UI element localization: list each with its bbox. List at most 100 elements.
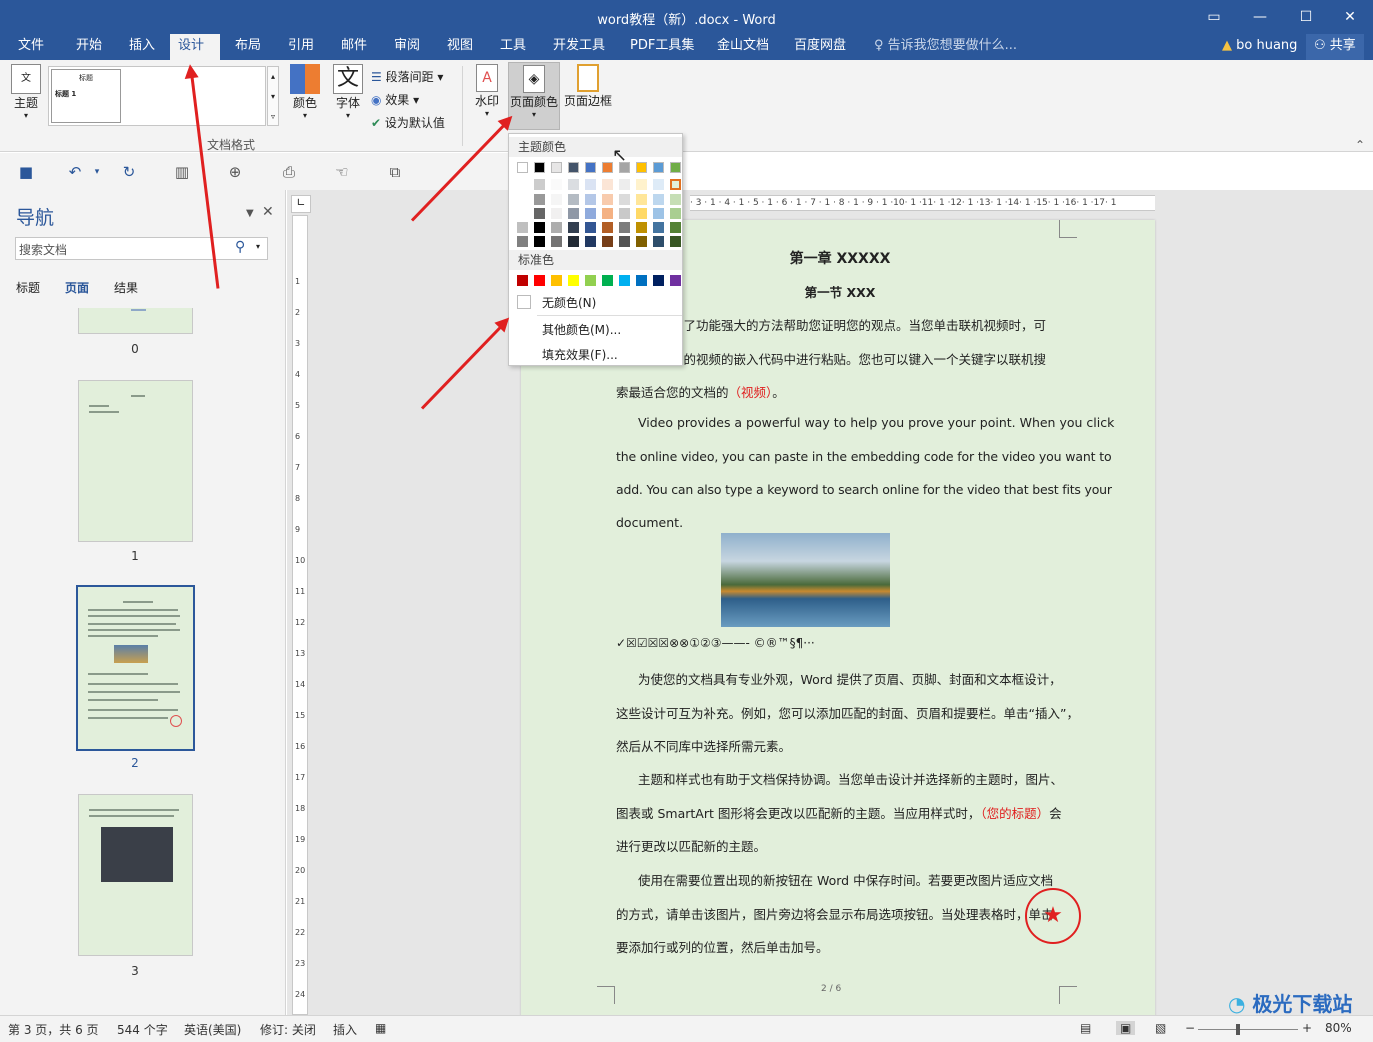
nav-search-input[interactable]: 搜索文档 ⚲ ▾ xyxy=(15,237,268,260)
tab-home[interactable]: 开始 xyxy=(68,34,110,60)
color-swatch[interactable] xyxy=(534,162,545,173)
color-swatch[interactable] xyxy=(602,208,613,219)
color-swatch[interactable] xyxy=(534,179,545,190)
tab-mailings[interactable]: 邮件 xyxy=(333,34,375,60)
style-set-item[interactable]: 标题 标题 1 xyxy=(51,69,121,123)
color-swatch[interactable] xyxy=(534,236,545,247)
color-swatch[interactable] xyxy=(670,236,681,247)
status-track-changes[interactable]: 修订: 关闭 xyxy=(260,1021,316,1038)
color-swatch[interactable] xyxy=(636,236,647,247)
tab-pdf-tools[interactable]: PDF工具集 xyxy=(622,34,702,60)
color-swatch[interactable] xyxy=(534,222,545,233)
color-swatch[interactable] xyxy=(636,208,647,219)
color-swatch[interactable] xyxy=(551,222,562,233)
status-page-count[interactable]: 第 3 页，共 6 页 xyxy=(8,1021,99,1038)
color-swatch[interactable] xyxy=(670,275,681,286)
no-color-item[interactable]: 无颜色(N) xyxy=(542,294,596,311)
tab-references[interactable]: 引用 xyxy=(280,34,322,60)
zoom-level[interactable]: 80% xyxy=(1325,1021,1352,1035)
color-swatch[interactable] xyxy=(653,236,664,247)
color-swatch[interactable] xyxy=(517,208,528,219)
color-swatch[interactable] xyxy=(568,222,579,233)
color-swatch[interactable] xyxy=(551,208,562,219)
redo-icon[interactable]: ↻ xyxy=(120,163,138,181)
color-swatch[interactable] xyxy=(670,194,681,205)
color-swatch[interactable] xyxy=(619,222,630,233)
nav-tab-headings[interactable]: 标题 xyxy=(16,279,40,296)
color-swatch[interactable] xyxy=(517,162,528,173)
tab-tools[interactable]: 工具 xyxy=(492,34,534,60)
web-layout-icon[interactable]: ▧ xyxy=(1155,1021,1166,1035)
fullscreen-icon[interactable]: ▭ xyxy=(1191,4,1237,30)
undo-icon[interactable]: ↶ xyxy=(66,163,84,181)
color-swatch[interactable] xyxy=(585,222,596,233)
color-swatch[interactable] xyxy=(619,194,630,205)
color-swatch[interactable] xyxy=(585,208,596,219)
color-swatch[interactable] xyxy=(602,275,613,286)
color-swatch[interactable] xyxy=(534,208,545,219)
color-swatch[interactable] xyxy=(653,194,664,205)
color-swatch[interactable] xyxy=(568,194,579,205)
tab-layout[interactable]: 布局 xyxy=(227,34,269,60)
color-swatch[interactable] xyxy=(670,222,681,233)
color-swatch[interactable] xyxy=(602,222,613,233)
color-swatch[interactable] xyxy=(517,222,528,233)
status-language[interactable]: 英语(美国) xyxy=(184,1021,241,1038)
color-swatch[interactable] xyxy=(551,194,562,205)
color-swatch[interactable] xyxy=(568,275,579,286)
page-thumbnail-2-selected[interactable] xyxy=(76,585,195,751)
color-swatch[interactable] xyxy=(585,194,596,205)
color-swatch[interactable] xyxy=(568,236,579,247)
color-swatch[interactable] xyxy=(551,179,562,190)
color-swatch[interactable] xyxy=(636,162,647,173)
search-icon[interactable]: ⚲ xyxy=(235,239,245,255)
chevron-down-icon[interactable]: ▾ xyxy=(88,163,106,181)
effects-button[interactable]: ◉ 效果 ▾ xyxy=(371,91,419,108)
color-swatch[interactable] xyxy=(636,275,647,286)
color-swatch[interactable] xyxy=(619,179,630,190)
paragraph-spacing-button[interactable]: ☰ 段落间距 ▾ xyxy=(371,68,443,85)
nav-tab-pages[interactable]: 页面 xyxy=(65,279,89,296)
gallery-scroll[interactable]: ▴ ▾ ▿ xyxy=(267,66,279,126)
color-swatch[interactable] xyxy=(602,236,613,247)
color-swatch[interactable] xyxy=(602,194,613,205)
status-insert-mode[interactable]: 插入 xyxy=(333,1021,357,1038)
tab-kingsoft-docs[interactable]: 金山文档 xyxy=(709,34,777,60)
color-swatch[interactable] xyxy=(585,162,596,173)
tab-stop-selector[interactable]: ∟ xyxy=(291,195,311,213)
color-swatch[interactable] xyxy=(653,162,664,173)
page-thumbnail-3[interactable] xyxy=(78,794,193,956)
color-swatch[interactable] xyxy=(517,275,528,286)
tab-insert[interactable]: 插入 xyxy=(121,34,163,60)
color-swatch[interactable] xyxy=(653,179,664,190)
share-button[interactable]: ⚇ 共享 xyxy=(1306,34,1364,60)
status-word-count[interactable]: 544 个字 xyxy=(117,1021,168,1038)
collapse-ribbon-icon[interactable]: ⌃ xyxy=(1355,138,1365,152)
fill-effects-item[interactable]: 填充效果(F)... xyxy=(542,346,618,363)
chevron-down-icon[interactable]: ▾ xyxy=(256,242,260,251)
set-default-button[interactable]: ✔ 设为默认值 xyxy=(371,114,445,131)
color-swatch[interactable] xyxy=(517,194,528,205)
tell-me-box[interactable]: ♀ 告诉我您想要做什么... xyxy=(866,34,1025,60)
color-swatch[interactable] xyxy=(585,275,596,286)
color-swatch[interactable] xyxy=(517,179,528,190)
color-swatch[interactable] xyxy=(534,275,545,286)
color-swatch[interactable] xyxy=(636,194,647,205)
color-swatch[interactable] xyxy=(534,194,545,205)
macro-icon[interactable]: ▦ xyxy=(375,1021,386,1035)
web-icon[interactable]: ⊕ xyxy=(226,163,244,181)
two-page-icon[interactable]: ▥ xyxy=(173,163,191,181)
style-set-gallery[interactable]: 标题 标题 1 xyxy=(48,66,266,126)
color-swatch[interactable] xyxy=(619,275,630,286)
user-account[interactable]: ▲ bo huang xyxy=(1214,34,1305,60)
color-swatch[interactable] xyxy=(568,179,579,190)
minimize-button[interactable]: — xyxy=(1237,4,1283,30)
color-swatch[interactable] xyxy=(602,179,613,190)
color-swatch[interactable] xyxy=(653,275,664,286)
tab-design[interactable]: 设计 xyxy=(170,34,220,60)
page-thumbnail-0[interactable] xyxy=(78,308,193,334)
color-swatch[interactable] xyxy=(653,222,664,233)
colors-button[interactable]: 颜色 ▾ xyxy=(287,64,323,120)
color-swatch[interactable] xyxy=(517,236,528,247)
color-swatch[interactable] xyxy=(585,236,596,247)
